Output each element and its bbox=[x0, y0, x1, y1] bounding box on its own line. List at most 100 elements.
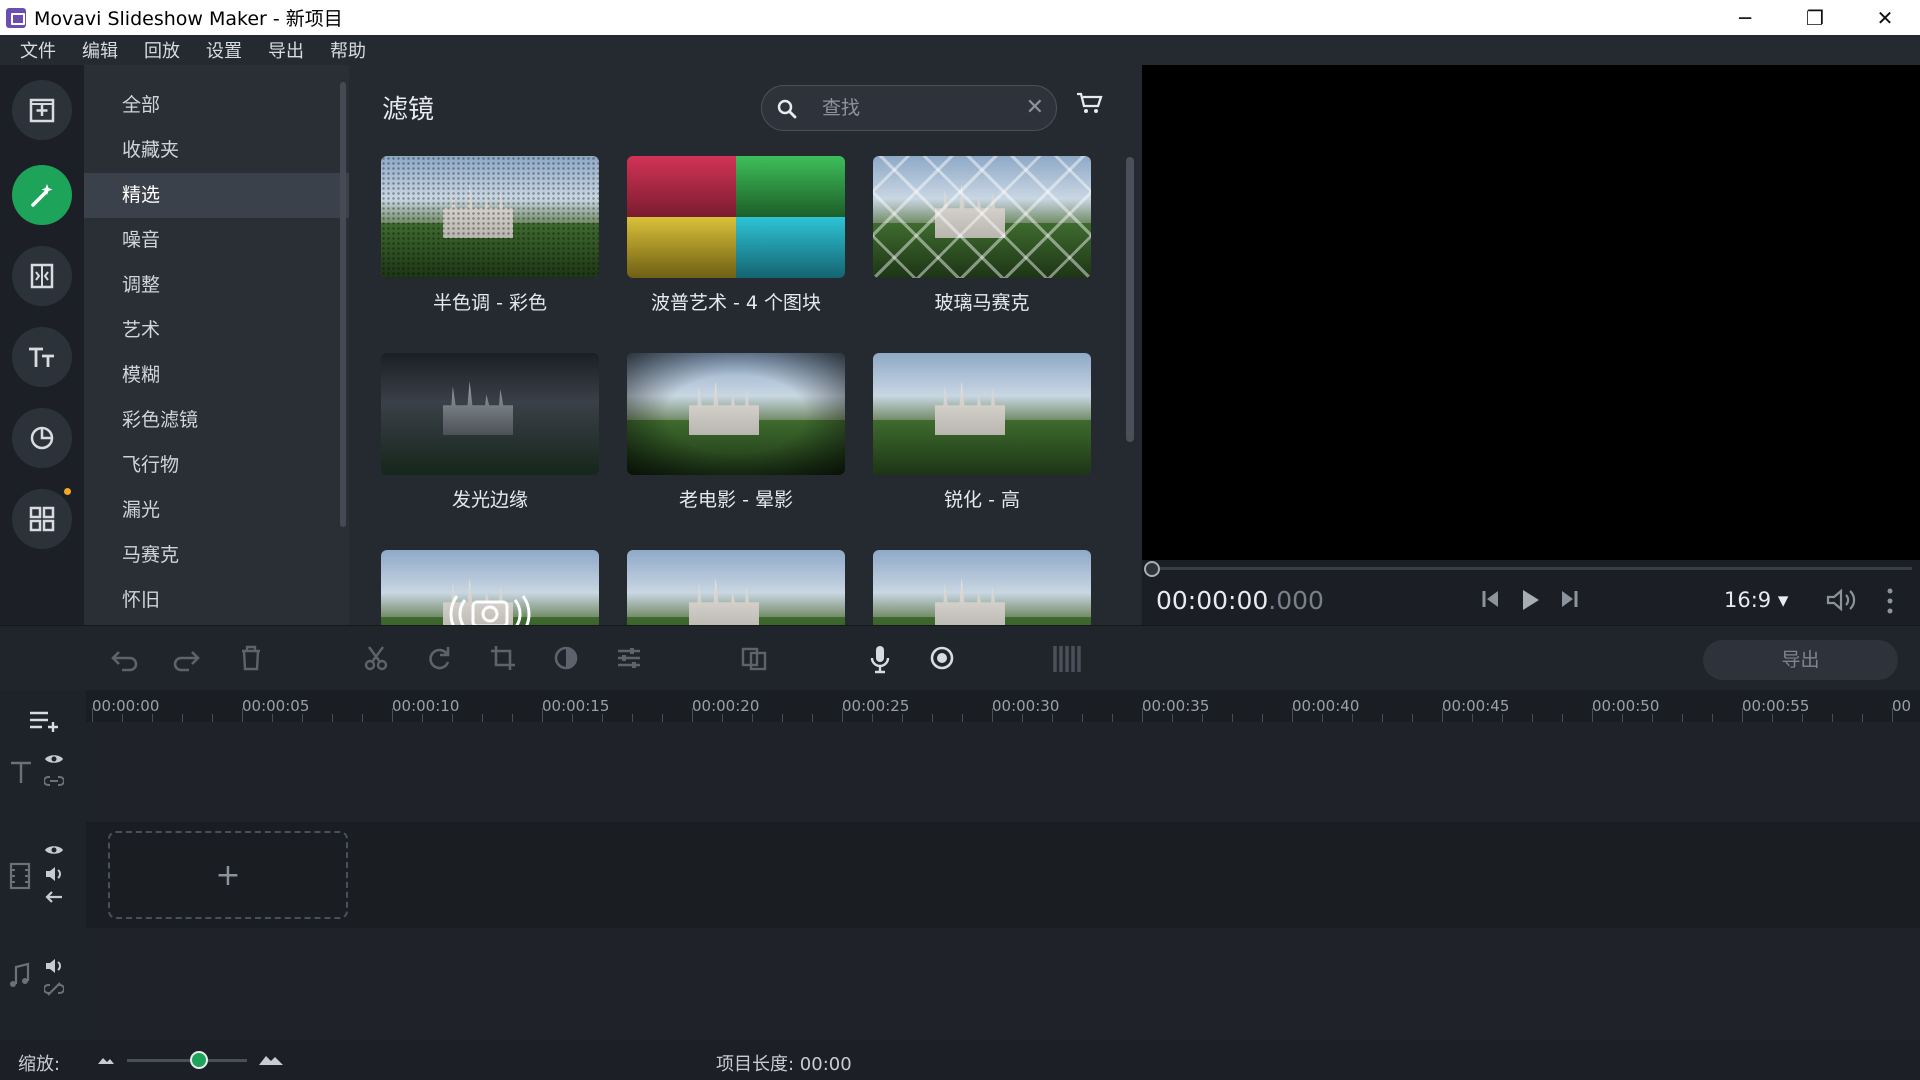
app-logo-icon bbox=[6, 7, 26, 28]
color-adjust-icon[interactable] bbox=[552, 644, 580, 672]
filter-tile-row3-c[interactable] bbox=[873, 550, 1091, 625]
title-track[interactable] bbox=[86, 722, 1920, 822]
menu-settings[interactable]: 设置 bbox=[206, 37, 242, 63]
next-frame-icon[interactable] bbox=[1558, 588, 1580, 610]
player-controls: 00:00:00.000 16:9 ▾ bbox=[1142, 560, 1920, 625]
filter-thumbnail bbox=[381, 550, 599, 625]
more-tools-button[interactable] bbox=[12, 489, 72, 549]
restore-button[interactable]: ❐ bbox=[1780, 0, 1850, 35]
clear-search-icon[interactable]: ✕ bbox=[1026, 95, 1044, 120]
arrow-left-icon[interactable] bbox=[44, 890, 64, 904]
ruler-tick bbox=[272, 714, 273, 722]
category-mosaic[interactable]: 马赛克 bbox=[84, 533, 349, 578]
menu-edit[interactable]: 编辑 bbox=[82, 37, 118, 63]
webcam-record-icon[interactable] bbox=[928, 644, 956, 672]
microphone-icon[interactable] bbox=[868, 644, 892, 674]
volume-icon[interactable] bbox=[1825, 588, 1857, 612]
ruler-tick bbox=[1082, 714, 1083, 722]
filter-thumbnail bbox=[627, 550, 845, 625]
link-off-icon[interactable] bbox=[44, 982, 64, 996]
project-length: 项目长度: 00:00 bbox=[716, 1054, 852, 1075]
previous-frame-icon[interactable] bbox=[1480, 588, 1502, 610]
filters-scrollbar[interactable] bbox=[1126, 157, 1134, 442]
filter-thumbnail bbox=[873, 550, 1091, 625]
menu-help[interactable]: 帮助 bbox=[330, 37, 366, 63]
video-track[interactable] bbox=[86, 822, 1920, 928]
more-options-icon[interactable] bbox=[1886, 588, 1894, 614]
menu-playback[interactable]: 回放 bbox=[144, 37, 180, 63]
delete-icon[interactable] bbox=[238, 644, 264, 672]
panel-title: 滤镜 bbox=[382, 95, 435, 125]
ruler-tick bbox=[512, 714, 513, 722]
crop-icon[interactable] bbox=[489, 644, 517, 672]
undo-icon[interactable] bbox=[108, 644, 140, 672]
add-track-icon[interactable] bbox=[28, 708, 60, 734]
transition-icon bbox=[30, 263, 54, 289]
cart-icon[interactable] bbox=[1075, 91, 1103, 115]
filter-tile-glass-mosaic[interactable]: 玻璃马赛克 bbox=[873, 156, 1091, 315]
visibility-eye-icon[interactable] bbox=[44, 752, 64, 766]
zoom-slider-knob[interactable] bbox=[190, 1051, 208, 1069]
ruler-tick bbox=[362, 714, 363, 722]
menu-export[interactable]: 导出 bbox=[268, 37, 304, 63]
menu-file[interactable]: 文件 bbox=[20, 37, 56, 63]
category-all[interactable]: 全部 bbox=[84, 83, 349, 128]
titles-button[interactable] bbox=[12, 327, 72, 387]
ruler-tick bbox=[1472, 714, 1473, 722]
category-art[interactable]: 艺术 bbox=[84, 308, 349, 353]
import-media-button[interactable] bbox=[12, 80, 72, 140]
minimize-button[interactable]: ─ bbox=[1710, 0, 1780, 35]
filter-tile-sharpen-high[interactable]: 锐化 - 高 bbox=[873, 353, 1091, 512]
add-media-drop-zone[interactable]: + bbox=[108, 831, 348, 919]
category-adjust[interactable]: 调整 bbox=[84, 263, 349, 308]
link-icon[interactable] bbox=[44, 774, 64, 788]
filter-tile-row3-b[interactable] bbox=[627, 550, 845, 625]
speaker-icon[interactable] bbox=[44, 866, 64, 882]
filter-tile-halftone-color[interactable]: 半色调 - 彩色 bbox=[381, 156, 599, 315]
cut-icon[interactable] bbox=[362, 644, 390, 672]
category-flying-objects[interactable]: 飞行物 bbox=[84, 443, 349, 488]
tick-label: 00:00:05 bbox=[242, 697, 310, 715]
filter-tile-glowing-edges[interactable]: 发光边缘 bbox=[381, 353, 599, 512]
category-noise[interactable]: 噪音 bbox=[84, 218, 349, 263]
category-favorites[interactable]: 收藏夹 bbox=[84, 128, 349, 173]
playhead-knob[interactable] bbox=[1144, 561, 1160, 577]
close-button[interactable]: ✕ bbox=[1850, 0, 1920, 35]
category-light-leaks[interactable]: 漏光 bbox=[84, 488, 349, 533]
transition-wizard-icon[interactable] bbox=[740, 644, 768, 672]
ruler-tick bbox=[92, 708, 93, 722]
audio-track[interactable] bbox=[86, 928, 1920, 1040]
zoom-out-icon[interactable] bbox=[96, 1054, 116, 1066]
playback-progress-track[interactable] bbox=[1150, 567, 1912, 570]
ruler-tick bbox=[662, 714, 663, 722]
filter-label: 发光边缘 bbox=[451, 489, 528, 511]
category-color-filters[interactable]: 彩色滤镜 bbox=[84, 398, 349, 443]
rotate-icon[interactable] bbox=[425, 644, 453, 672]
filters-button[interactable] bbox=[12, 165, 72, 225]
search-input[interactable] bbox=[822, 94, 1002, 122]
ruler-tick bbox=[632, 714, 633, 722]
clip-properties-icon[interactable] bbox=[615, 644, 643, 672]
zoom-slider-track[interactable] bbox=[127, 1059, 247, 1062]
timeline-ruler[interactable]: 00:00:00 00:00:05 00:00:10 00:00:15 00:0… bbox=[86, 690, 1920, 722]
category-blur[interactable]: 模糊 bbox=[84, 353, 349, 398]
play-icon[interactable] bbox=[1518, 588, 1542, 612]
filter-tile-old-film-vignette[interactable]: 老电影 - 晕影 bbox=[627, 353, 845, 512]
stickers-button[interactable] bbox=[12, 408, 72, 468]
export-button[interactable]: 导出 bbox=[1703, 640, 1898, 680]
ruler-tick bbox=[902, 714, 903, 722]
filter-tile-camera[interactable] bbox=[381, 550, 599, 625]
tool-rail bbox=[0, 65, 84, 625]
filter-tile-pop-art[interactable]: 波普艺术 - 4 个图块 bbox=[627, 156, 845, 315]
categories-scrollbar[interactable] bbox=[340, 82, 346, 527]
audio-levels-icon[interactable] bbox=[1051, 644, 1083, 674]
filter-label: 半色调 - 彩色 bbox=[433, 292, 547, 314]
redo-icon[interactable] bbox=[171, 644, 203, 672]
aspect-ratio-select[interactable]: 16:9 ▾ bbox=[1724, 588, 1788, 612]
category-retro[interactable]: 怀旧 bbox=[84, 578, 349, 623]
speaker-icon[interactable] bbox=[44, 958, 64, 974]
zoom-in-icon[interactable] bbox=[258, 1052, 284, 1066]
category-featured[interactable]: 精选 bbox=[84, 173, 349, 218]
visibility-eye-icon[interactable] bbox=[44, 843, 64, 857]
transitions-button[interactable] bbox=[12, 246, 72, 306]
